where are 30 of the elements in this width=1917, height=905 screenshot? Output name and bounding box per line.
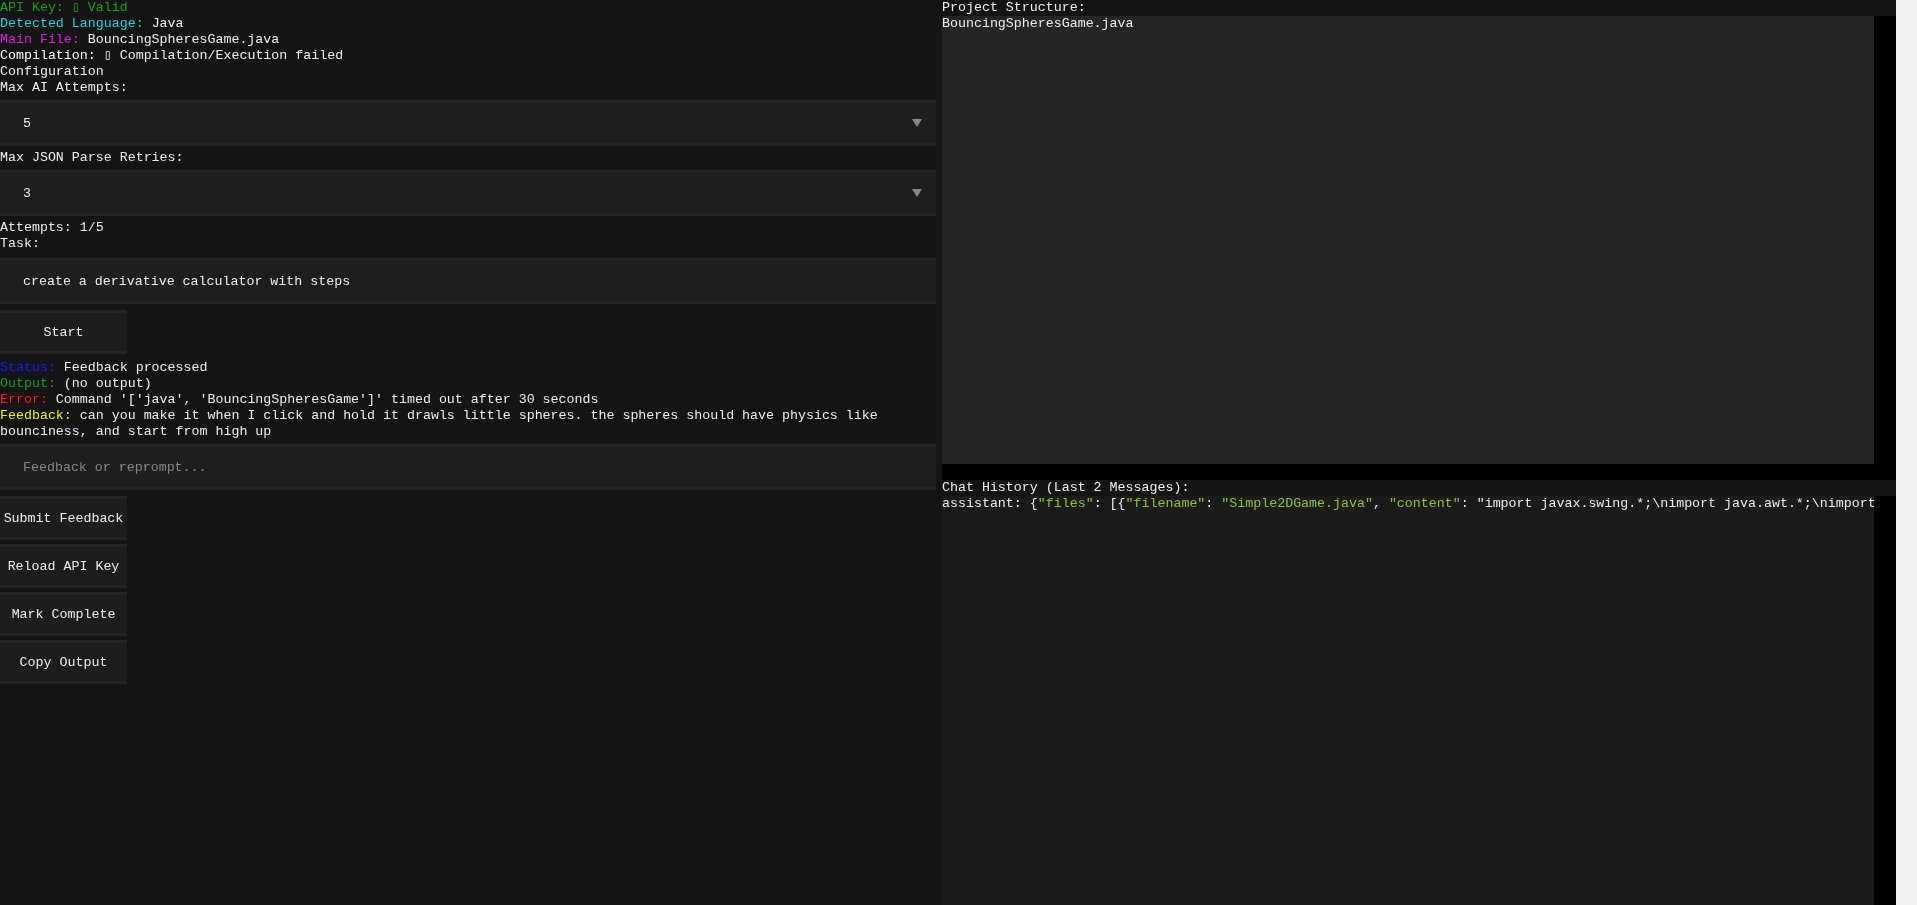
task-field[interactable]: create a derivative calculator with steps — [0, 258, 936, 304]
status-line: Detected Language: Java — [0, 16, 185, 32]
action-button[interactable]: Reload API Key — [0, 544, 127, 588]
scrollbar[interactable] — [1874, 496, 1896, 905]
caret-icon — [912, 119, 922, 127]
status-line: Main File: BouncingSpheresGame.java — [0, 32, 281, 48]
dropdown[interactable]: 5 — [0, 100, 936, 146]
chat-message: assistant: {"files": [{"filename": "Simple2DGame.java", "content": "import javax.swing.*;\nimport java.awt.*;\nimport — [942, 496, 1875, 512]
feedback-field[interactable]: Feedback or reprompt... — [0, 444, 936, 490]
file-item[interactable]: BouncingSpheresGame.java — [942, 16, 1875, 32]
action-button[interactable]: Mark Complete — [0, 592, 127, 636]
action-button[interactable]: Submit Feedback — [0, 496, 127, 540]
section-heading: Configuration — [0, 64, 105, 80]
result-line: Feedback: can you make it when I click and hold it drawls little spheres. the spheres should have physics like bounciness, and start from high up — [0, 408, 879, 440]
field-label: Task: — [0, 236, 41, 252]
start-button[interactable]: Start — [0, 310, 127, 354]
result-line: Output: (no output) — [0, 376, 153, 392]
field-label: Max AI Attempts: — [0, 80, 129, 96]
result-line: Error: Command '['java', 'BouncingSpheresGame']' timed out after 30 seconds — [0, 392, 600, 408]
field-label: Max JSON Parse Retries: — [0, 150, 185, 166]
panel-title: Chat History (Last 2 Messages): — [942, 480, 1191, 496]
caret-icon — [912, 189, 922, 197]
dropdown[interactable]: 3 — [0, 170, 936, 216]
status-line: API Key: ▯ Valid — [0, 0, 129, 16]
result-line: Status: Feedback processed — [0, 360, 209, 376]
scrollbar[interactable] — [1874, 16, 1896, 464]
panel-title: Project Structure: — [942, 0, 1087, 16]
action-button[interactable]: Copy Output — [0, 640, 127, 684]
status-line: Compilation: ▯ Compilation/Execution failed — [0, 48, 345, 64]
attempts-counter: Attempts: 1/5 — [0, 220, 105, 236]
